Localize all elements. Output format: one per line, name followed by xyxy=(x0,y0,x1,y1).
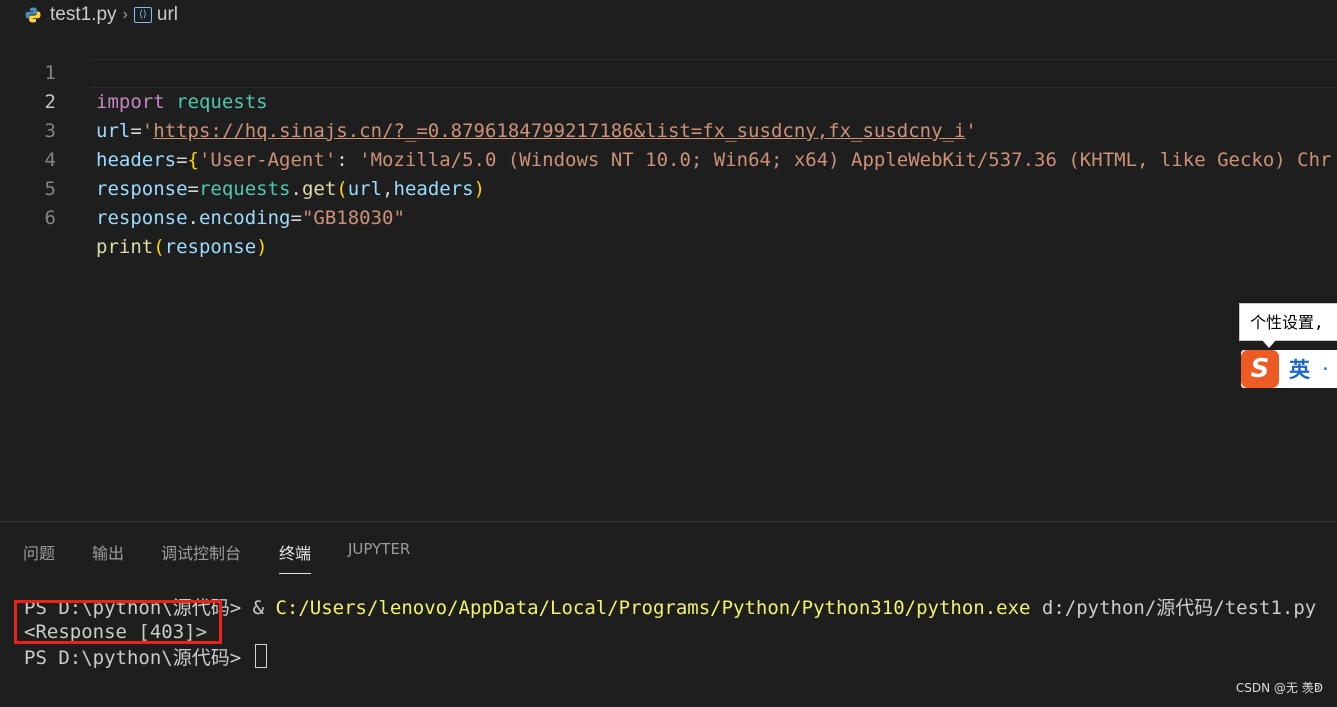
attribute-token: encoding xyxy=(198,207,291,229)
sogou-logo-icon[interactable]: S xyxy=(1241,350,1279,388)
panel-tabs: 问题 输出 调试控制台 终端 JUPYTER xyxy=(0,522,1337,578)
code-line[interactable]: 4 response=requests.get(url,headers) xyxy=(0,117,1337,200)
tab-problems[interactable]: 问题 xyxy=(23,540,55,564)
ime-tooltip: 个性设置, xyxy=(1239,303,1337,348)
code-line[interactable]: 3 headers={'User-Agent': 'Mozilla/5.0 (W… xyxy=(0,88,1337,171)
code-line[interactable]: 1 import requests xyxy=(0,30,1337,113)
variable-token: response xyxy=(96,207,188,229)
ime-language-toggle[interactable]: 英 xyxy=(1289,354,1310,384)
tab-debug-console[interactable]: 调试控制台 xyxy=(161,540,241,564)
tab-jupyter[interactable]: JUPYTER xyxy=(348,540,410,558)
paren-token: ) xyxy=(256,236,268,258)
line-number: 6 xyxy=(44,207,56,229)
terminal-executable-path[interactable]: C:/Users/lenovo/AppData/Local/Programs/P… xyxy=(275,597,1030,619)
csdn-watermark: CSDN @无 羡ↁ xyxy=(1235,681,1323,695)
tab-terminal[interactable]: 终端 xyxy=(279,540,312,574)
breadcrumb-symbol[interactable]: url xyxy=(157,4,178,26)
function-token: print xyxy=(96,236,154,258)
tab-output[interactable]: 输出 xyxy=(92,540,124,564)
terminal-cursor xyxy=(254,644,267,668)
code-line-current[interactable]: 2 url='https://hq.sinajs.cn/?_=0.8796184… xyxy=(0,59,1337,142)
ime-punctuation-toggle[interactable]: · xyxy=(1320,359,1331,380)
string-token: "GB18030" xyxy=(301,207,405,229)
code-editor[interactable]: 1 import requests 2 url='https://hq.sina… xyxy=(0,30,1337,520)
terminal-argument: d:/python/源代码/test1.py xyxy=(1030,597,1317,619)
red-highlight-box xyxy=(14,600,222,644)
ime-toolbar[interactable]: S 英 · xyxy=(1241,350,1337,388)
terminal-operator: & xyxy=(252,597,276,619)
terminal-prompt: PS D:\python\源代码> xyxy=(24,647,253,669)
variable-icon: ⟨⟩ xyxy=(133,7,152,23)
chevron-right-icon: › xyxy=(122,6,128,23)
operator-token: = xyxy=(290,207,302,229)
paren-token: ( xyxy=(153,236,165,258)
breadcrumb-file[interactable]: test1.py xyxy=(50,4,117,26)
variable-token: response xyxy=(164,236,257,258)
breadcrumb: test1.py › ⟨⟩ url xyxy=(0,0,1337,30)
code-line[interactable]: 5 response.encoding="GB18030" xyxy=(0,146,1337,229)
operator-token: . xyxy=(187,207,199,229)
code-line[interactable]: 6 print(response) xyxy=(0,175,1337,258)
python-file-icon xyxy=(25,7,41,23)
terminal-line: PS D:\python\源代码> xyxy=(24,644,267,669)
